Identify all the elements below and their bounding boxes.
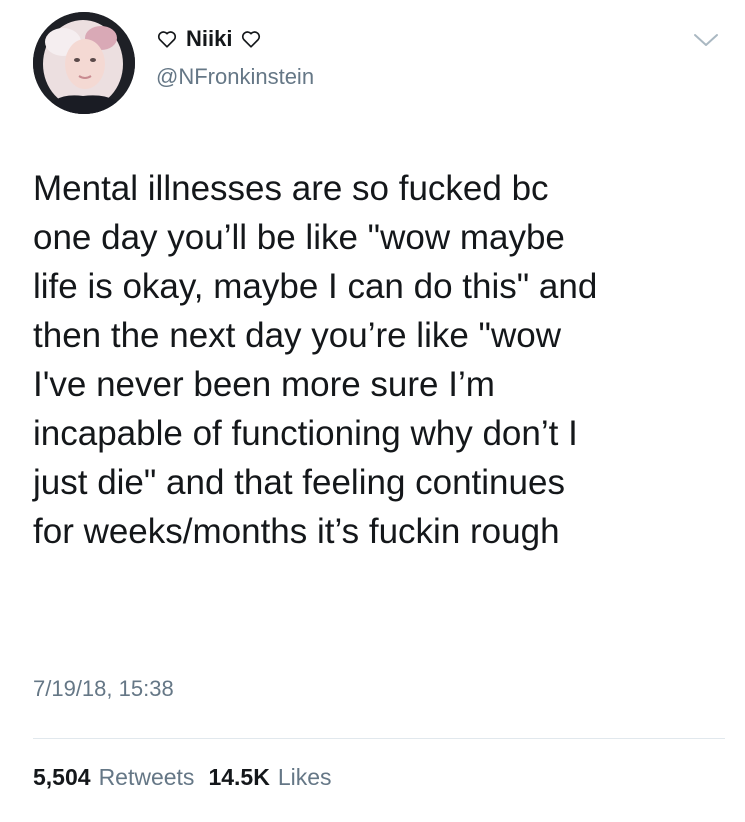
avatar-image [33, 12, 135, 114]
retweets-count: 5,504 [33, 764, 91, 790]
likes-stat[interactable]: 14.5K Likes [208, 764, 331, 791]
author-display-name: Niiki [186, 26, 233, 51]
likes-label: Likes [277, 764, 332, 790]
tweet-stats: 5,504 Retweets 14.5K Likes [33, 764, 332, 791]
author-handle[interactable]: @NFronkinstein [156, 64, 314, 90]
chevron-down-icon[interactable] [693, 32, 719, 48]
retweets-label: Retweets [98, 764, 195, 790]
avatar[interactable] [33, 12, 135, 114]
likes-count: 14.5K [208, 764, 270, 790]
retweets-stat[interactable]: 5,504 Retweets [33, 764, 194, 791]
tweet-text: Mental illnesses are so fucked bc one da… [33, 169, 598, 551]
tweet-timestamp[interactable]: 7/19/18, 15:38 [33, 676, 174, 702]
heart-outline-icon [157, 31, 177, 48]
heart-outline-icon [242, 31, 261, 48]
author-name-row[interactable]: Niiki [156, 26, 262, 52]
divider [33, 738, 725, 739]
